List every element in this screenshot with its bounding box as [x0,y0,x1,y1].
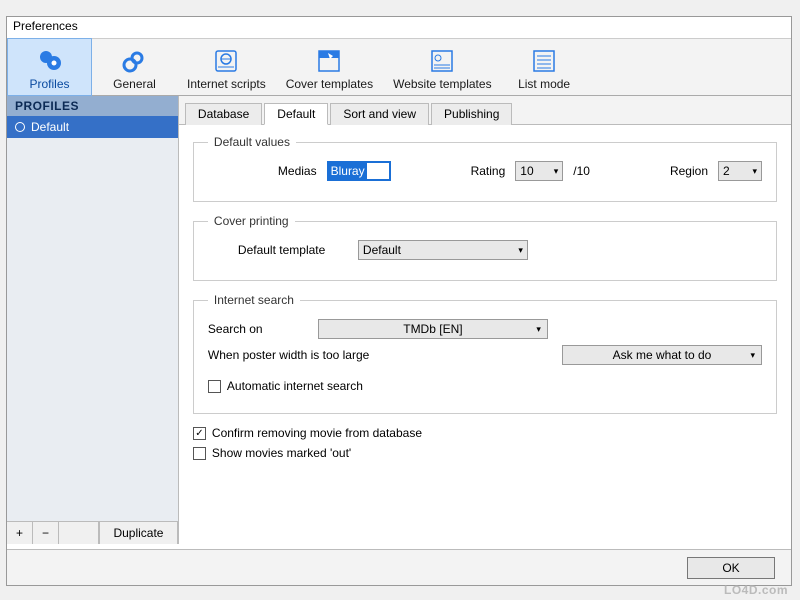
tab-sort-view[interactable]: Sort and view [330,103,429,125]
checkbox-box: ✓ [193,427,206,440]
gear-icon [121,47,149,75]
profiles-icon [36,47,64,75]
checkbox-box [208,380,221,393]
fieldset-default-values: Default values Medias Bluray Rating 10▾ … [193,135,777,202]
medias-input[interactable]: Bluray [327,161,391,181]
footer: OK [7,549,791,585]
sidebar: PROFILES Default + − Duplicate [7,96,179,544]
chevron-down-icon: ▾ [752,166,757,177]
poster-width-label: When poster width is too large [208,348,552,362]
confirm-remove-label: Confirm removing movie from database [212,426,422,440]
search-on-label: Search on [208,322,308,336]
default-template-label: Default template [238,243,348,257]
tabs: Database Default Sort and view Publishin… [179,96,791,125]
preferences-window: Preferences Profiles General Internet sc… [6,16,792,586]
legend-cover-printing: Cover printing [208,214,295,228]
sidebar-item-default[interactable]: Default [7,116,178,138]
toolbar-website-templates[interactable]: Website templates [383,39,502,95]
toolbar-label: Cover templates [286,77,373,91]
medias-label: Medias [278,164,317,178]
checkbox-box [193,447,206,460]
rating-label: Rating [471,164,506,178]
rating-suffix: /10 [573,164,590,178]
watermark: LO4D.com [724,583,788,597]
toolbar-label: Profiles [29,77,69,91]
duplicate-profile-button[interactable]: Duplicate [99,522,178,544]
toolbar-internet-scripts[interactable]: Internet scripts [177,39,276,95]
show-out-checkbox[interactable]: Show movies marked 'out' [193,446,351,460]
toolbar-label: Website templates [393,77,492,91]
ok-button[interactable]: OK [687,557,775,579]
body-area: PROFILES Default + − Duplicate Database … [7,96,791,544]
toolbar-label: Internet scripts [187,77,266,91]
toolbar-label: List mode [518,77,570,91]
main-panel: Database Default Sort and view Publishin… [179,96,791,544]
toolbar-cover-templates[interactable]: Cover templates [276,39,383,95]
legend-default-values: Default values [208,135,296,149]
website-template-icon [428,47,456,75]
chevron-down-icon: ▾ [518,245,523,256]
region-label: Region [670,164,708,178]
toolbar-general[interactable]: General [92,39,177,95]
chevron-down-icon: ▾ [554,166,559,177]
rating-select[interactable]: 10▾ [515,161,563,181]
spacer-button [59,522,99,544]
tab-database[interactable]: Database [185,103,262,125]
auto-search-checkbox[interactable]: Automatic internet search [208,379,363,393]
chevron-down-icon: ▾ [750,350,755,361]
tab-default[interactable]: Default [264,103,328,125]
chevron-down-icon: ▾ [536,324,541,335]
legend-internet-search: Internet search [208,293,300,307]
radio-icon [15,122,25,132]
remove-profile-button[interactable]: − [33,522,59,544]
toolbar-list-mode[interactable]: List mode [502,39,587,95]
fieldset-cover-printing: Cover printing Default template Default▾ [193,214,777,281]
auto-search-label: Automatic internet search [227,379,363,393]
window-title: Preferences [7,17,791,39]
fieldset-internet-search: Internet search Search on TMDb [EN] ▾ Wh… [193,293,777,414]
toolbar-label: General [113,77,156,91]
cover-template-icon [315,47,343,75]
add-profile-button[interactable]: + [7,522,33,544]
globe-script-icon [212,47,240,75]
search-on-select[interactable]: TMDb [EN] ▾ [318,319,548,339]
poster-width-select[interactable]: Ask me what to do ▾ [562,345,762,365]
confirm-remove-checkbox[interactable]: ✓ Confirm removing movie from database [193,426,422,440]
default-template-select[interactable]: Default▾ [358,240,528,260]
tab-publishing[interactable]: Publishing [431,103,512,125]
sidebar-item-label: Default [31,120,69,134]
list-mode-icon [530,47,558,75]
main-toolbar: Profiles General Internet scripts Cover … [7,39,791,96]
region-select[interactable]: 2▾ [718,161,762,181]
sidebar-header: PROFILES [7,96,178,116]
toolbar-profiles[interactable]: Profiles [7,38,92,96]
show-out-label: Show movies marked 'out' [212,446,351,460]
sidebar-buttons: + − Duplicate [7,521,178,544]
tab-body: Default values Medias Bluray Rating 10▾ … [179,125,791,476]
